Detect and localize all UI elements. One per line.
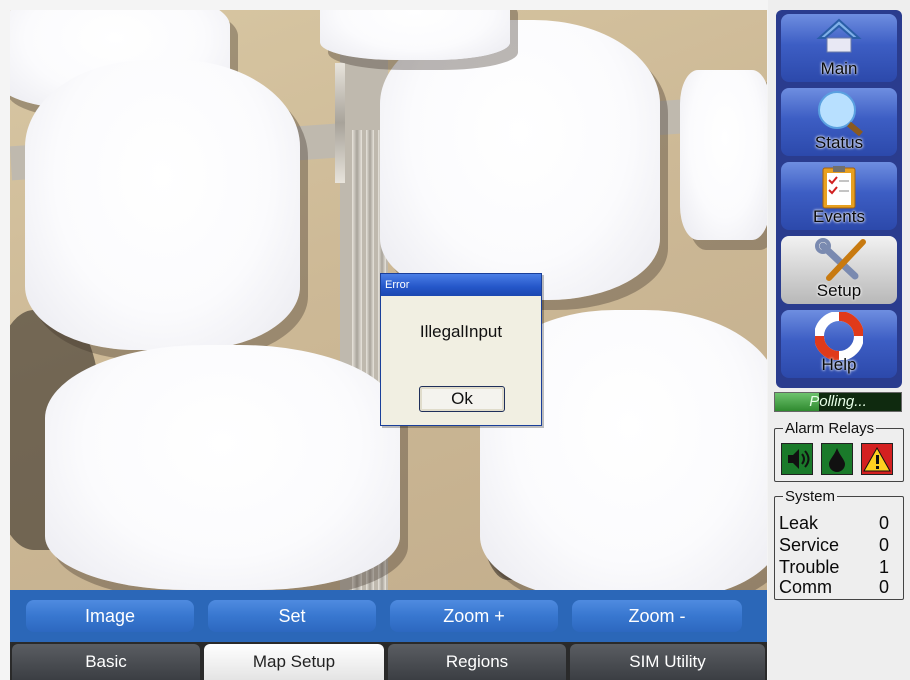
lifebuoy-icon: [815, 312, 863, 360]
nav-label: Setup: [816, 281, 862, 300]
tab-map-setup[interactable]: Map Setup: [204, 644, 384, 680]
speaker-icon[interactable]: [781, 443, 813, 475]
ok-button[interactable]: Ok: [419, 386, 505, 412]
sidebar: Main Status Events Setup Help Polling...…: [768, 0, 910, 680]
dialog-title: Error: [381, 274, 541, 296]
storage-tank: [45, 345, 400, 590]
magnifier-icon: [818, 91, 863, 136]
nav-status-button[interactable]: Status: [781, 88, 897, 156]
system-row-value: 0: [878, 535, 889, 555]
alarm-relays-group: Alarm Relays: [774, 420, 904, 482]
map-pipe: [335, 63, 345, 183]
nav-label: Status: [814, 133, 864, 152]
nav-label: Events: [813, 207, 865, 226]
storage-tank: [680, 70, 767, 240]
system-group: System Leak 0 Service 0 Trouble 1 Comm 0: [774, 488, 904, 600]
system-row-value: 0: [878, 577, 889, 597]
system-row-label: Comm: [779, 577, 832, 597]
nav-setup-button[interactable]: Setup: [781, 236, 897, 304]
nav-main-button[interactable]: Main: [781, 14, 897, 82]
polling-text: Polling...: [809, 393, 867, 410]
set-button[interactable]: Set: [208, 600, 376, 632]
error-dialog: Error IllegalInput Ok: [380, 273, 542, 426]
wrench-screwdriver-icon: [815, 238, 866, 281]
system-row-label: Trouble: [779, 557, 840, 577]
warning-icon[interactable]: [861, 443, 893, 475]
tab-sim-utility[interactable]: SIM Utility: [570, 644, 765, 680]
nav-label: Main: [820, 59, 858, 78]
polling-indicator: Polling...: [774, 392, 902, 412]
storage-tank: [25, 60, 300, 350]
drop-icon[interactable]: [821, 443, 853, 475]
tab-regions[interactable]: Regions: [388, 644, 566, 680]
system-title: System: [783, 488, 838, 505]
home-icon: [816, 18, 862, 53]
system-row-label: Leak: [779, 513, 819, 533]
action-bar: Image Set Zoom + Zoom -: [10, 590, 767, 642]
tab-basic[interactable]: Basic: [12, 644, 200, 680]
tab-bar: Basic Map Setup Regions SIM Utility: [10, 642, 767, 680]
alarm-relays-title: Alarm Relays: [783, 420, 877, 437]
clipboard-checklist-icon: [822, 166, 856, 209]
zoom-in-button[interactable]: Zoom +: [390, 600, 558, 632]
app-screen: Error IllegalInput Ok Image Set Zoom + Z…: [0, 0, 910, 680]
storage-tank: [380, 20, 660, 300]
nav-label: Help: [821, 355, 857, 374]
system-row-value: 0: [878, 513, 889, 533]
nav-events-button[interactable]: Events: [781, 162, 897, 230]
dialog-message: IllegalInput: [419, 322, 503, 341]
nav-panel: Main Status Events Setup Help: [776, 10, 902, 388]
storage-tank: [320, 10, 510, 60]
system-row-label: Service: [779, 535, 840, 555]
image-button[interactable]: Image: [26, 600, 194, 632]
system-row-value: 1: [878, 557, 889, 577]
nav-help-button[interactable]: Help: [781, 310, 897, 378]
zoom-out-button[interactable]: Zoom -: [572, 600, 742, 632]
